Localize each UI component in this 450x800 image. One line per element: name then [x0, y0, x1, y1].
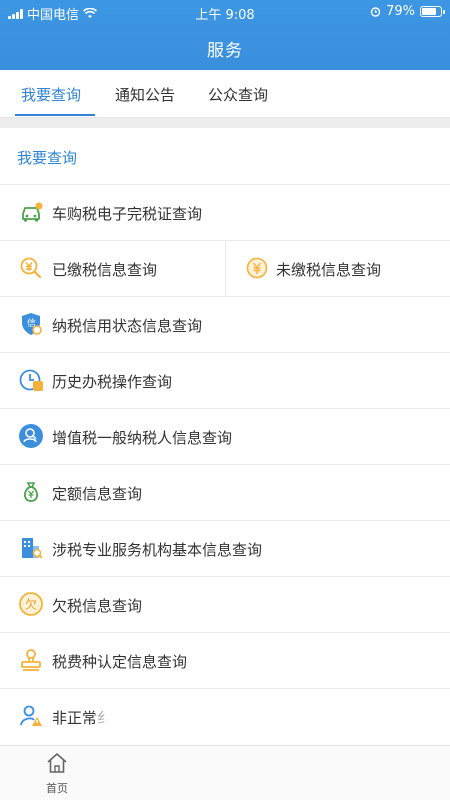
list-item-vat-taxpayer[interactable]: 增值税一般纳税人信息查询 [0, 408, 450, 464]
home-icon [47, 753, 67, 773]
svg-text:欠: 欠 [25, 597, 37, 612]
list-item-label: 非正常纟 [52, 709, 113, 727]
row-divider [225, 241, 226, 297]
list-item-label: 定额信息查询 [52, 485, 143, 503]
battery-percent: 79% [386, 4, 415, 19]
tab-public-query[interactable]: 公众查询 [208, 84, 268, 105]
clock-tax-icon [19, 369, 43, 391]
yuan-search-icon [20, 257, 42, 279]
list-item-fee-type[interactable]: 税费种认定信息查询 [0, 632, 450, 688]
bottom-tab-home-label: 首页 [46, 782, 68, 795]
list-item-label: 欠税信息查询 [52, 597, 143, 615]
bottom-tab-home[interactable]: 首页 [37, 752, 77, 796]
tab-notice[interactable]: 通知公告 [115, 84, 175, 105]
tab-my-query[interactable]: 我要查询 [21, 84, 81, 105]
yuan-coin-icon [246, 257, 268, 279]
owe-tax-icon: 欠 [19, 592, 43, 616]
list-item-paid-tax[interactable]: 已缴税信息查询 [0, 241, 225, 297]
stamp-icon [21, 649, 41, 671]
list-item-tax-agency[interactable]: 涉税专业服务机构基本信息查询 [0, 520, 450, 576]
list-item-label: 未缴税信息查询 [276, 261, 382, 279]
list-item-label: 纳税信用状态信息查询 [52, 317, 203, 335]
building-search-icon [22, 538, 43, 559]
list-item-label: 税费种认定信息查询 [52, 653, 188, 671]
list-item-quota[interactable]: 定额信息查询 [0, 464, 450, 520]
page-title: 服务 [207, 41, 243, 61]
list-item-label: 历史办税操作查询 [52, 373, 173, 391]
status-bar: 中国电信 上午 9:08 79% [0, 0, 450, 24]
tab-active-indicator [15, 114, 95, 116]
person-circle-icon [19, 424, 43, 448]
credit-shield-icon: 信 [22, 313, 42, 335]
list-item-history[interactable]: 历史办税操作查询 [0, 352, 450, 408]
section-title: 我要查询 [17, 149, 78, 167]
list-item-credit-status[interactable]: 信 纳税信用状态信息查询 [0, 296, 450, 352]
bottom-nav: 首页 [0, 745, 450, 800]
list-item-label: 增值税一般纳税人信息查询 [52, 429, 233, 447]
alarm-icon [370, 7, 381, 17]
list-item-label: 涉税专业服务机构基本信息查询 [52, 541, 263, 559]
list-item-label: 车购税电子完税证查询 [52, 205, 203, 223]
tab-bar: 我要查询 通知公告 公众查询 [0, 70, 450, 118]
money-bag-icon [23, 482, 39, 502]
car-icon [22, 202, 43, 222]
list-item-car-tax[interactable]: 车购税电子完税证查询 [0, 184, 450, 240]
list-item-owed-tax[interactable]: 欠 欠税信息查询 [0, 576, 450, 632]
header-bar: 中国电信 上午 9:08 79% 服务 [0, 0, 450, 70]
person-warning-icon [20, 705, 42, 726]
section-divider [0, 118, 450, 128]
list-item-abnormal[interactable]: 非正常纟 [0, 688, 450, 744]
list-item-label: 已缴税信息查询 [52, 261, 158, 279]
battery-icon [420, 6, 445, 17]
list-row-paid-unpaid: 已缴税信息查询 未缴税信息查询 [0, 240, 450, 297]
